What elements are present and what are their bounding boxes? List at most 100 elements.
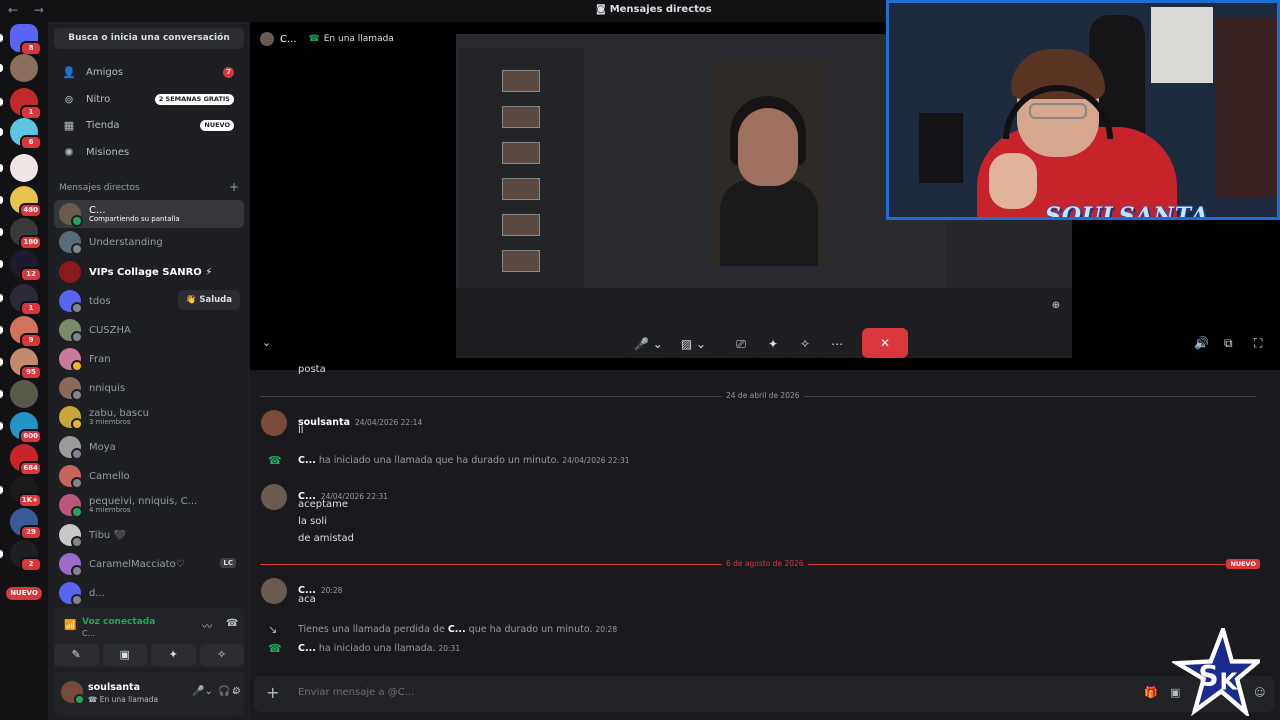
user-name[interactable]: soulsanta [88,682,140,693]
user-panel: soulsanta ☎ En una llamada 🎤⌄ 🎧⌄ ⚙ [54,672,244,716]
screen-share-button[interactable]: ⎚ [726,330,757,358]
media-thumb [502,70,540,92]
dm-item[interactable]: Moya [54,433,244,461]
server-icon[interactable]: 684 [10,444,42,476]
dm-item[interactable]: Tibu 🖤 [54,521,244,549]
soundboard-button[interactable]: ✧ [790,330,821,358]
share-screen-button[interactable]: ▣ [102,644,147,666]
gift-icon[interactable]: 🎁 [1144,686,1158,699]
dm-item[interactable]: CaramelMacciato♡ LC [54,550,244,578]
dm-item[interactable]: pequeivi, nniquis, C... 4 miembros [54,491,244,519]
author-name[interactable]: soulsanta [298,417,350,428]
nav-arrows[interactable]: ← → [8,3,50,17]
message-text: aca [298,594,316,605]
more-options-button[interactable]: ⋯ [822,330,853,358]
message-text: de amistad [298,533,354,544]
server-icon[interactable]: 95 [0,348,42,380]
nav-quests-label: Misiones [86,146,130,158]
system-message: C... ha iniciado una llamada que ha dura… [298,455,630,466]
avatar [59,319,83,343]
server-icon[interactable] [0,154,38,182]
mention-badge: 2 [20,557,42,572]
media-thumb [502,250,540,272]
server-icon[interactable]: 6 [0,118,42,150]
nitro-icon: ⊚ [64,92,74,106]
server-icon[interactable]: 8 [0,24,42,56]
unread-pill [0,98,3,106]
collapse-chevron-icon[interactable]: ⌄ [262,336,271,349]
volume-icon[interactable]: 🔊 [1194,336,1209,350]
dm-item[interactable]: nniquis [54,374,244,402]
voice-channel[interactable]: C... [82,629,95,638]
mic-icon[interactable]: 🎤⌄ [192,686,213,697]
nav-friends[interactable]: 👤 Amigos 7 [54,60,244,84]
dm-item[interactable]: d... [54,579,244,607]
nav-nitro[interactable]: ⊚ Nitro 2 SEMANAS GRATIS [54,87,244,111]
caller-name[interactable]: C... [280,34,297,45]
popout-icon[interactable]: ⧉ [1224,336,1233,351]
server-icon[interactable]: 1 [0,284,42,316]
server-icon[interactable]: 1 [0,88,42,120]
unread-pill [0,550,3,558]
avatar[interactable] [261,578,287,604]
status-dot [71,536,83,548]
timestamp: 24/04/2026 22:14 [354,418,423,427]
server-icon[interactable]: 12 [0,250,42,282]
media-thumb [502,214,540,236]
stop-stream-button[interactable]: ✕ [862,328,908,358]
server-icon[interactable]: 29 [10,508,42,540]
camera-button[interactable]: ✎ [54,644,99,666]
fullscreen-icon[interactable]: ⛶ [1254,336,1262,351]
disconnect-icon[interactable]: ☎ [226,618,238,629]
voice-connected-title[interactable]: Voz conectada [82,617,155,627]
activities-button[interactable]: ✦ [758,330,789,358]
dm-item[interactable]: tdos 👋 Saluda [54,287,244,315]
phone-icon: ☎ [308,34,320,44]
dm-item[interactable]: Understanding [54,228,244,256]
server-icon[interactable] [0,380,38,408]
noise-suppression-icon[interactable]: 〰 [202,618,212,633]
server-icon[interactable]: 480 [0,186,42,218]
nav-quests[interactable]: ✺ Misiones [54,140,244,164]
settings-gear-icon[interactable]: ⚙ [232,686,241,697]
dm-item[interactable]: Camello [54,462,244,490]
mute-mic-button[interactable]: 🎤 ⌄ [628,330,669,358]
wave-button[interactable]: 👋 Saluda [177,290,240,310]
dm-item[interactable]: Fran [54,345,244,373]
new-dm-plus-icon[interactable]: + [229,180,239,194]
avatar [59,553,83,577]
message-input[interactable]: Enviar mensaje a @C... [298,687,414,698]
search-conversation-button[interactable]: Busca o inicia una conversación [54,28,244,49]
dm-item[interactable]: VIPs Collage SANRO ⚡ [54,258,244,286]
status-dot [71,418,83,430]
server-icon[interactable]: 9 [0,316,42,348]
activities-button[interactable]: ✦ [151,644,196,666]
mention-badge: 684 [19,461,42,476]
server-icon[interactable]: 1K+ [0,476,42,508]
dm-item[interactable]: C... Compartiendo su pantalla [54,200,244,228]
avatar[interactable] [261,484,287,510]
avatar[interactable] [261,410,287,436]
zoom-icon[interactable]: ⊕ [1046,296,1066,316]
dm-name: tdos [89,295,111,307]
dm-item[interactable]: CUSZHA [54,316,244,344]
server-icon[interactable]: 180 [0,218,42,250]
avatar [59,203,83,227]
new-badge[interactable]: NUEVO [6,587,42,600]
shop-badge: NUEVO [200,119,234,131]
dm-text: nniquis [89,383,125,394]
server-icon[interactable] [0,54,38,82]
user-avatar[interactable] [61,681,85,705]
dm-item[interactable]: zabu, bascu 3 miembros [54,403,244,431]
nav-shop[interactable]: ▦ Tienda NUEVO [54,113,244,137]
unread-pill [0,358,3,366]
status-dot [71,506,83,518]
message-text: ll [298,425,304,436]
message-composer: + Enviar mensaje a @C... 🎁 ▣ ☺ [254,676,1274,712]
soundboard-button[interactable]: ✧ [199,644,244,666]
dm-text: Moya [89,442,116,453]
server-icon[interactable]: 2 [0,540,42,572]
server-icon[interactable]: 600 [0,412,42,444]
attach-plus-icon[interactable]: + [266,683,279,702]
camera-toggle-button[interactable]: ▨ ⌄ [674,330,713,358]
